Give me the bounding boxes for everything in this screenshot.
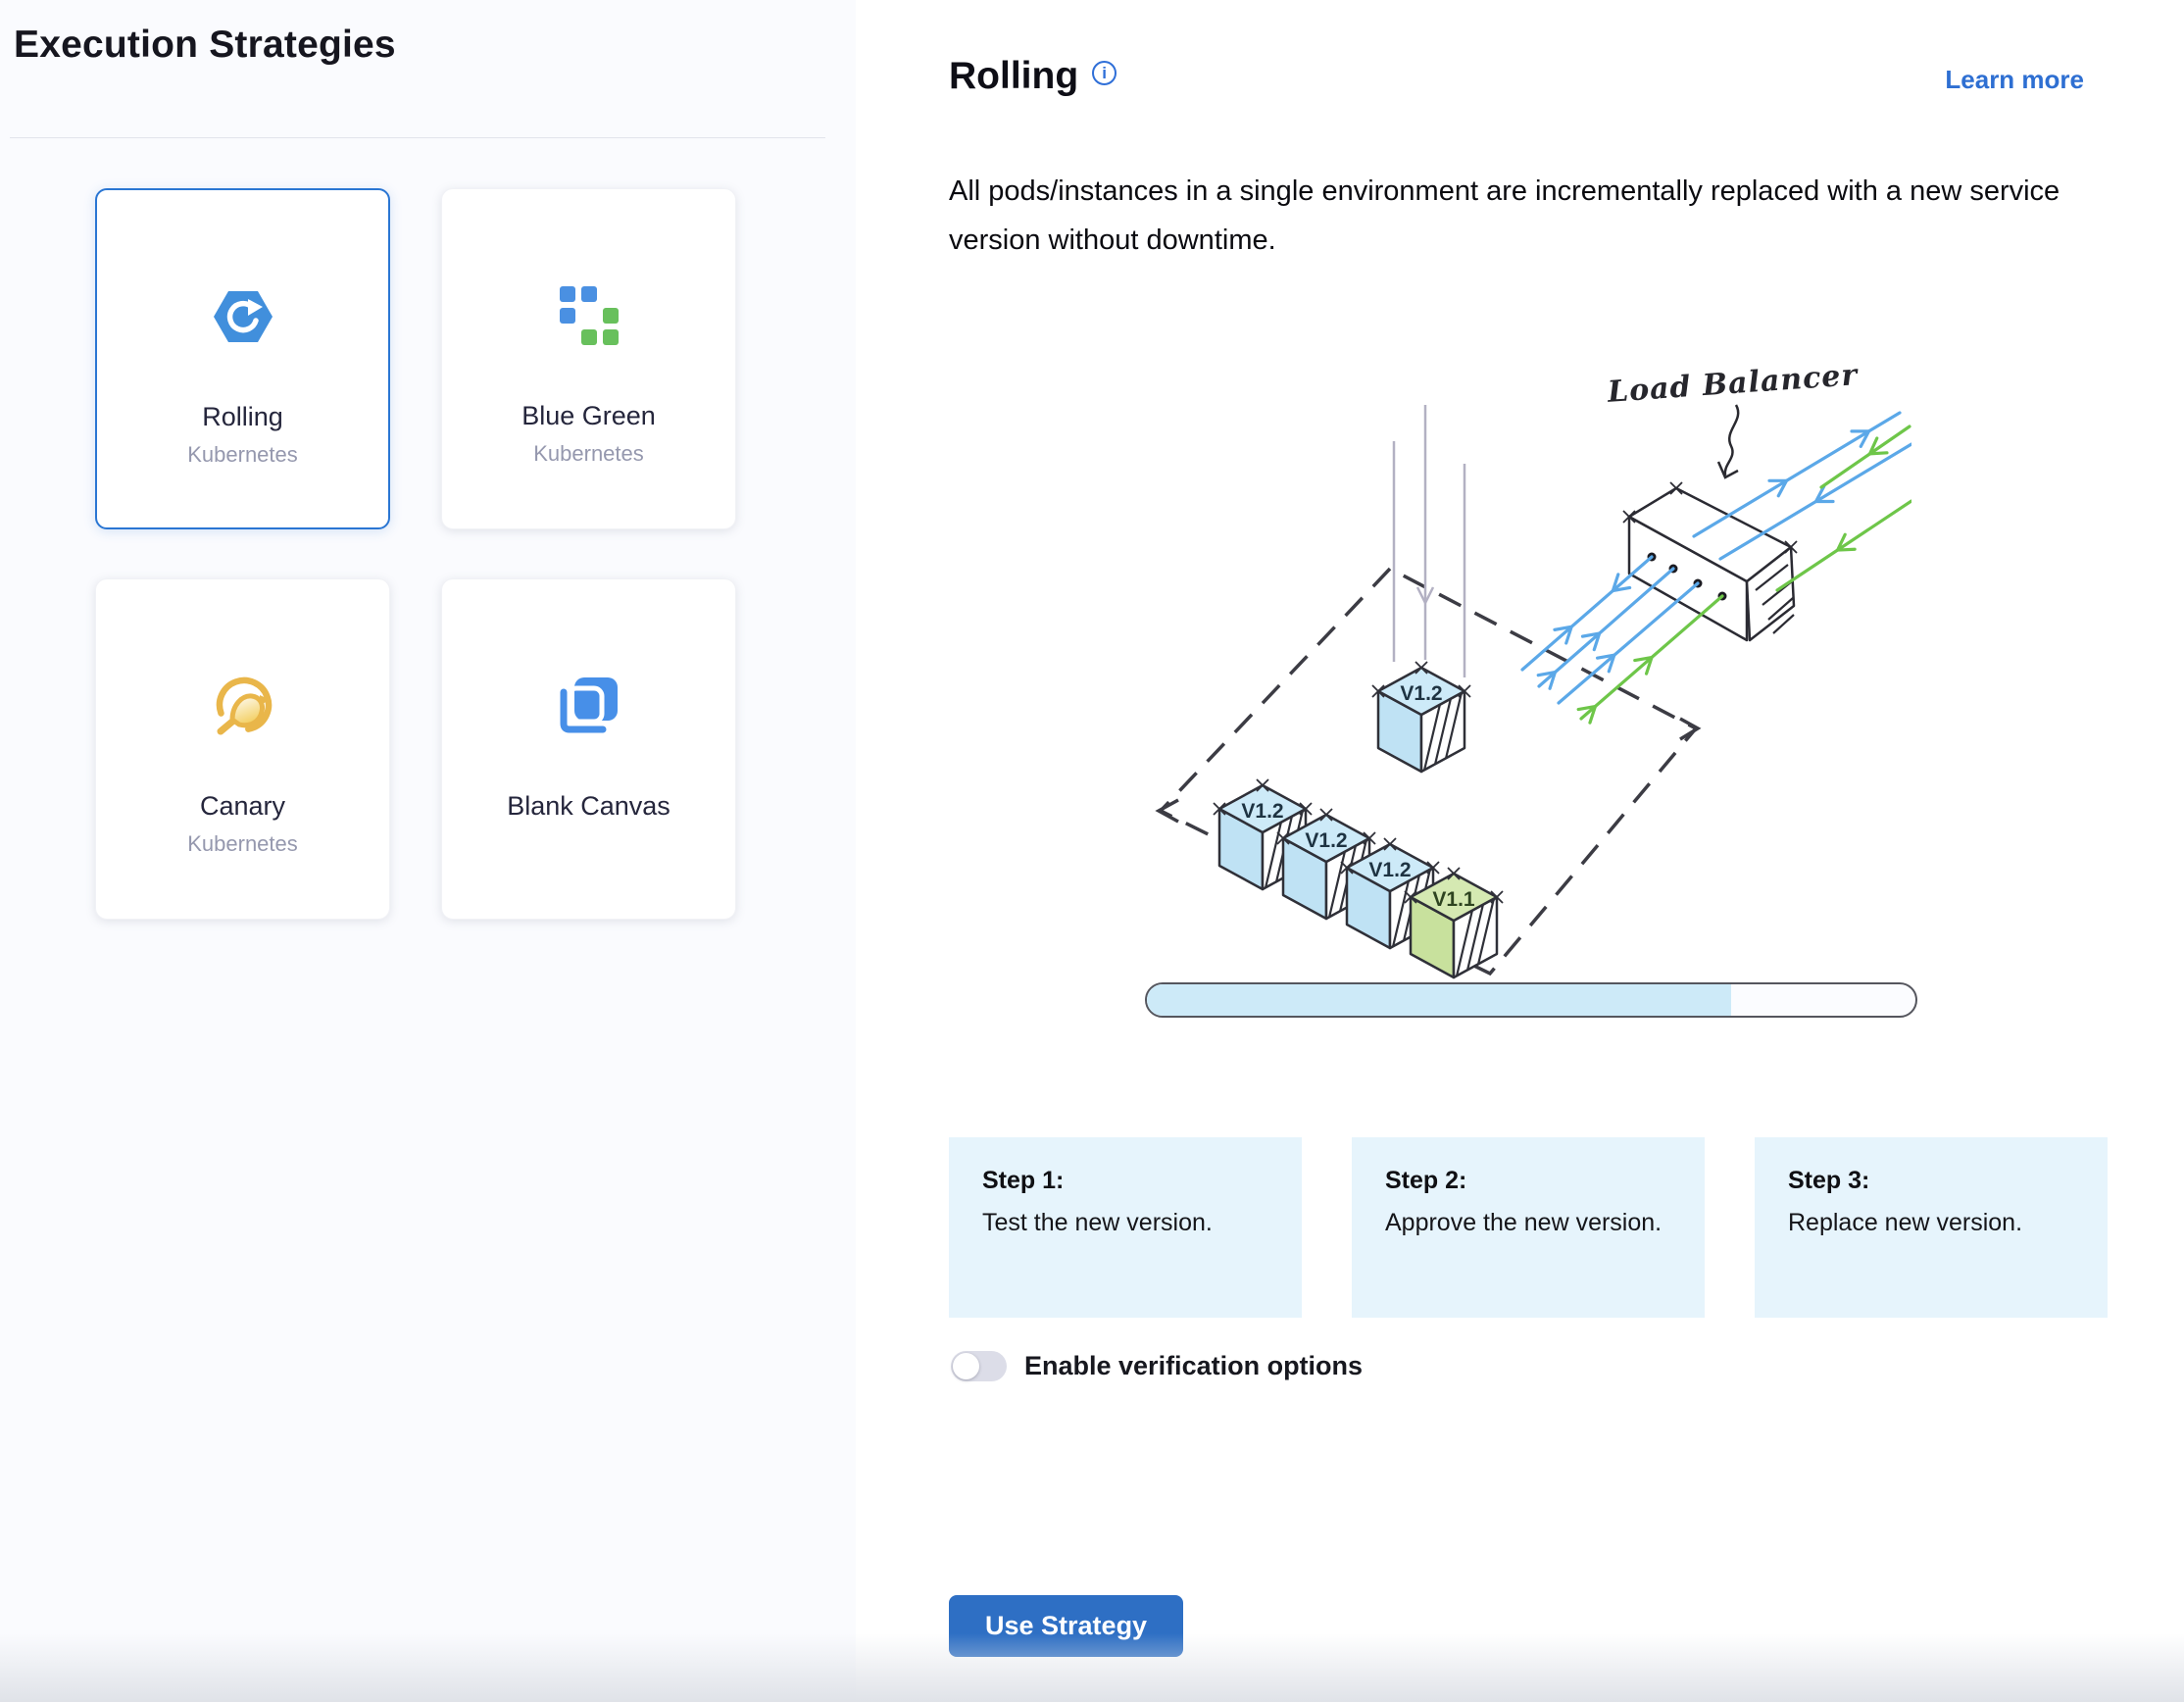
learn-more-link[interactable]: Learn more xyxy=(1945,65,2084,95)
strategy-card-label: Blue Green xyxy=(521,401,656,431)
step-text: Approve the new version. xyxy=(1385,1209,1671,1237)
detail-header: Rolling i xyxy=(949,55,1117,98)
verification-toggle-label: Enable verification options xyxy=(1024,1351,1363,1381)
strategy-card-label: Canary xyxy=(200,791,285,822)
info-icon[interactable]: i xyxy=(1092,61,1117,85)
strategy-card-canary[interactable]: Canary Kubernetes xyxy=(95,578,390,920)
step-card-1: Step 1: Test the new version. xyxy=(949,1137,1302,1318)
strategy-card-rolling[interactable]: Rolling Kubernetes xyxy=(95,188,390,529)
traffic-arrow xyxy=(1559,583,1698,703)
step-card-3: Step 3: Replace new version. xyxy=(1755,1137,2108,1318)
step-text: Test the new version. xyxy=(982,1209,1268,1237)
execution-strategies-panel: Execution Strategies Rolling Kubernetes xyxy=(0,0,856,1702)
label-pointer-arrow xyxy=(1718,405,1738,477)
strategy-card-sublabel: Kubernetes xyxy=(533,441,644,467)
canary-icon xyxy=(211,674,275,738)
rollout-progress-fill xyxy=(1147,984,1731,1016)
strategy-description: All pods/instances in a single environme… xyxy=(949,167,2086,265)
blue-green-icon xyxy=(557,283,621,348)
strategy-card-sublabel: Kubernetes xyxy=(187,831,298,857)
cube-version-label: V1.1 xyxy=(1432,888,1475,911)
rollout-progress-bar xyxy=(1145,982,1917,1018)
load-balancer-label: Load Balancer xyxy=(1606,358,1861,410)
toggle-knob xyxy=(953,1353,979,1379)
cube-version-label: V1.2 xyxy=(1241,800,1283,823)
strategy-card-label: Rolling xyxy=(202,402,283,432)
blank-canvas-icon xyxy=(557,674,621,738)
cube-version-label: V1.2 xyxy=(1400,682,1442,705)
step-text: Replace new version. xyxy=(1788,1209,2074,1237)
version-cube: V1.2 xyxy=(1372,662,1470,772)
load-balancer-box xyxy=(1623,482,1797,640)
strategy-card-grid: Rolling Kubernetes Blue Green Kubernetes xyxy=(95,188,736,920)
crane-strings xyxy=(1394,405,1464,677)
cube-version-label: V1.2 xyxy=(1305,829,1347,852)
strategy-detail-panel: Rolling i Learn more All pods/instances … xyxy=(856,0,2184,1702)
verification-toggle-row: Enable verification options xyxy=(951,1351,1363,1381)
cube-version-label: V1.2 xyxy=(1368,859,1411,881)
step-title: Step 3: xyxy=(1788,1167,2074,1195)
verification-toggle[interactable] xyxy=(951,1351,1007,1381)
step-title: Step 2: xyxy=(1385,1167,1671,1195)
traffic-arrow xyxy=(1578,596,1722,723)
traffic-arrow xyxy=(1522,557,1652,670)
title-divider xyxy=(10,137,825,138)
rolling-icon xyxy=(211,284,275,349)
page-title: Execution Strategies xyxy=(14,24,396,67)
steps-row: Step 1: Test the new version. Step 2: Ap… xyxy=(949,1137,2108,1318)
step-title: Step 1: xyxy=(982,1167,1268,1195)
detail-title: Rolling xyxy=(949,55,1078,98)
rolling-deployment-illustration: V1.2 V1.2 V1.2 V1.1 V1.2 Load Balancer xyxy=(1147,348,1911,990)
version-cubes: V1.2 V1.2 V1.2 V1.1 V1.2 xyxy=(1214,662,1503,977)
strategy-card-blue-green[interactable]: Blue Green Kubernetes xyxy=(441,188,736,529)
strategy-card-blank-canvas[interactable]: Blank Canvas xyxy=(441,578,736,920)
step-card-2: Step 2: Approve the new version. xyxy=(1352,1137,1705,1318)
strategy-card-label: Blank Canvas xyxy=(507,791,670,822)
strategy-card-sublabel: Kubernetes xyxy=(187,442,298,468)
use-strategy-button[interactable]: Use Strategy xyxy=(949,1595,1183,1657)
